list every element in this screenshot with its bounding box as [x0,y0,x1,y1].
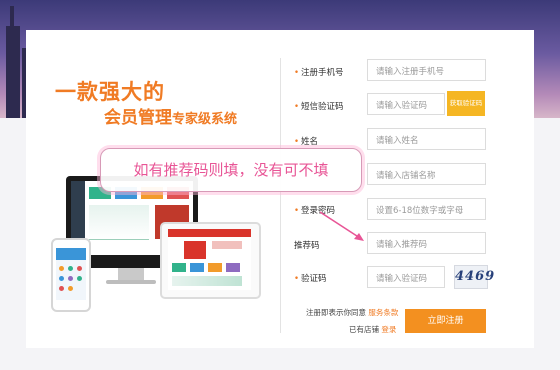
register-button[interactable]: 立即注册 [405,309,486,333]
has-store-text: 已有店铺 登录 [349,325,397,334]
password-input[interactable]: 设置6-18位数字或字母 [367,198,486,220]
promo-headline: 一款强大的 [55,80,165,104]
referral-label: 推荐码 [294,241,320,251]
sms-label: • 短信验证码 [294,102,344,112]
captcha-input[interactable]: 请输入验证码 [367,266,445,288]
promo-subheadline: 会员管理专家级系统 [104,108,238,128]
terms-link[interactable]: 服务条款 [368,308,398,317]
store-name-input[interactable]: 请输入店铺名称 [367,163,486,185]
tablet-illustration [160,222,261,299]
phone-label: • 注册手机号 [294,68,344,78]
captcha-label: • 验证码 [294,274,327,284]
arrow-icon [319,211,364,241]
agreement-text: 注册即表示你同意 服务条款 [306,308,399,317]
referral-input[interactable]: 请输入推荐码 [367,232,486,254]
referral-tooltip: 如有推荐码则填，没有可不填 [100,148,362,192]
phone-input[interactable]: 请输入注册手机号 [367,59,486,81]
name-input[interactable]: 请输入姓名 [367,128,486,150]
login-link[interactable]: 登录 [381,325,396,334]
name-label: • 姓名 [294,137,319,147]
divider [280,58,281,333]
monitor-stand [118,268,144,280]
captcha-image[interactable]: 4469 [454,265,494,289]
sms-code-input[interactable]: 请输入验证码 [367,93,445,115]
monitor-base [106,280,156,284]
phone-illustration [51,238,91,312]
get-sms-code-button[interactable]: 获取验证码 [447,91,485,116]
